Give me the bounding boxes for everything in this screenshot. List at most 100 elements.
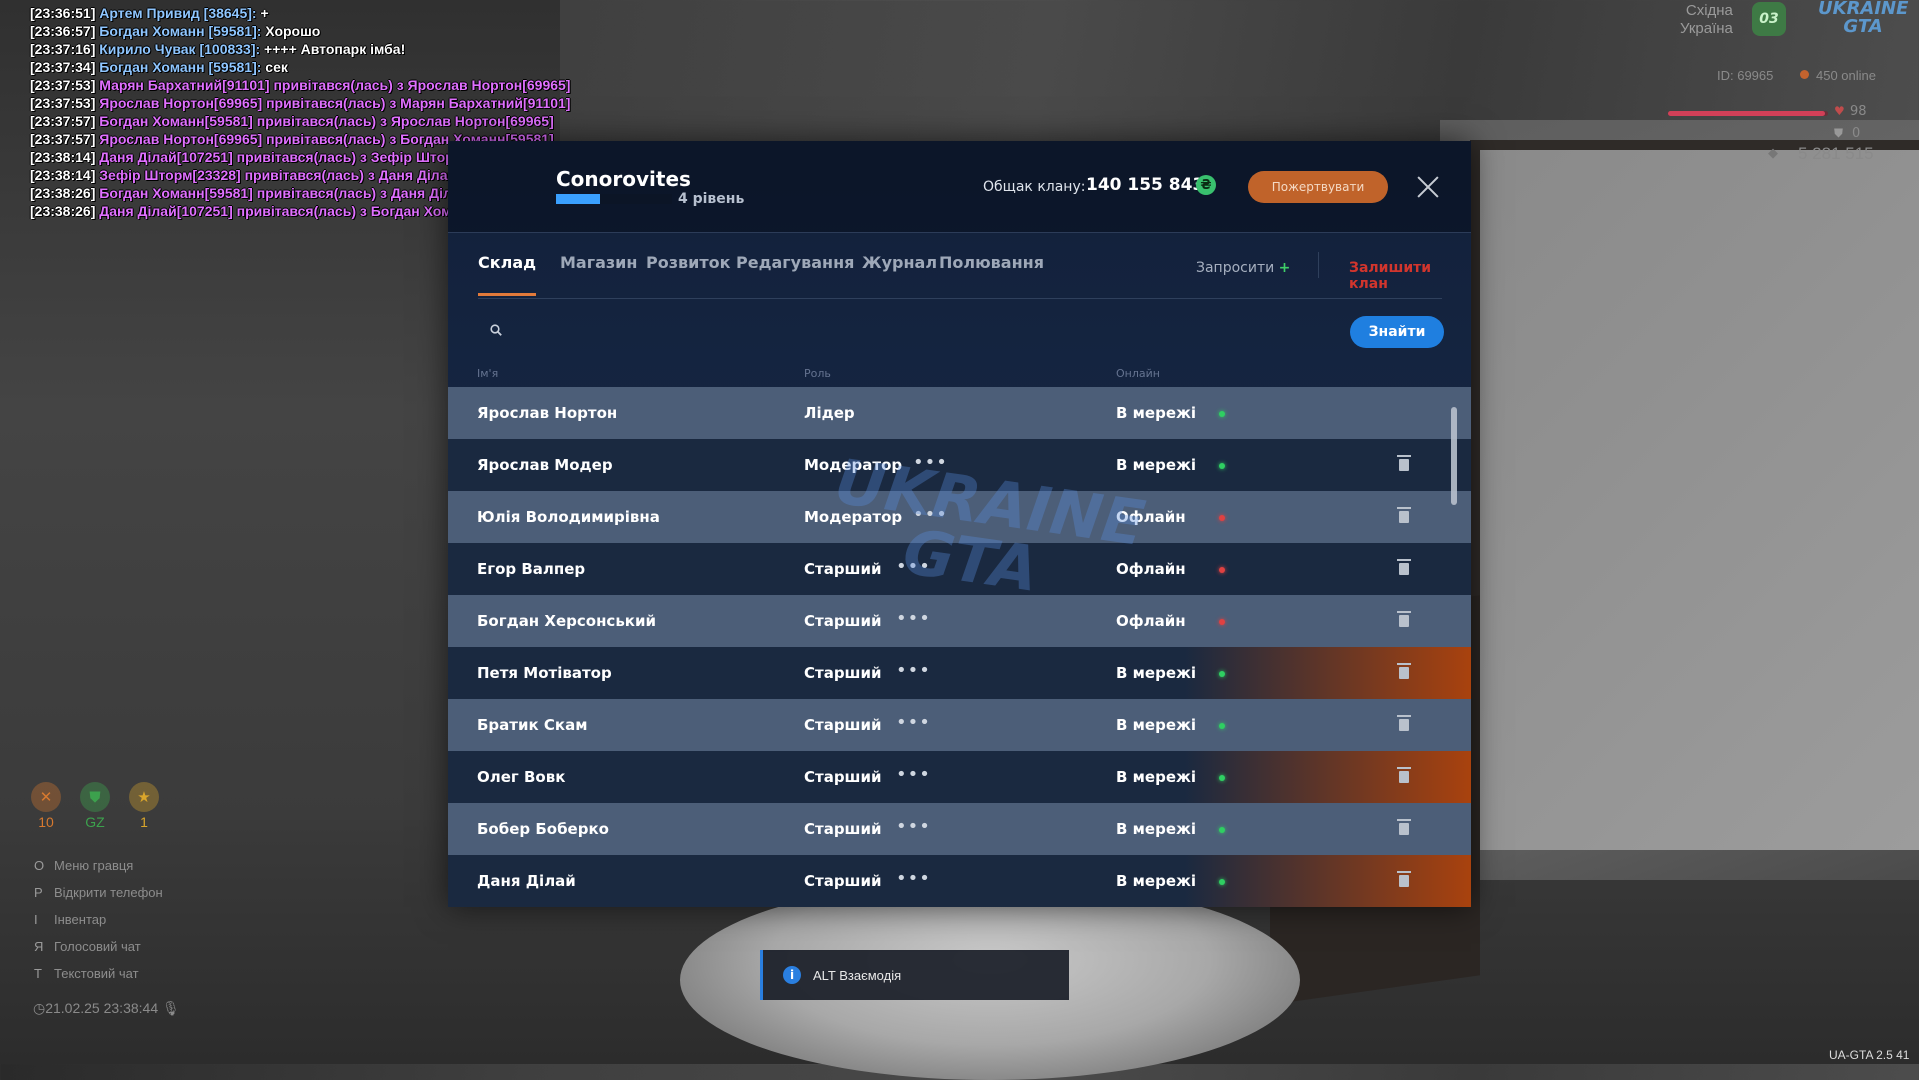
member-name: Даня Ділай	[477, 872, 576, 890]
status-dot-icon	[1219, 567, 1225, 573]
stat-gz: ⛊ GZ	[79, 782, 111, 830]
member-role: Старший	[804, 664, 882, 682]
chat-timestamp: [23:37:53]	[30, 95, 96, 111]
stat-tools-value: 10	[38, 814, 54, 830]
chat-line: [23:37:57] Богдан Хоманн[59581] привітав…	[30, 112, 570, 130]
member-status: Офлайн	[1116, 612, 1186, 630]
tab-editing[interactable]: Редагування	[736, 246, 854, 296]
role-options-icon[interactable]: •••	[896, 712, 931, 733]
member-row[interactable]: Богдан Херсонський Старший ••• Офлайн	[448, 595, 1471, 647]
member-row[interactable]: Петя Мотіватор Старший ••• В мережі	[448, 647, 1471, 699]
keybind-key: T	[34, 966, 42, 981]
role-options-icon[interactable]: •••	[896, 764, 931, 785]
member-row[interactable]: Бобер Боберко Старший ••• В мережі	[448, 803, 1471, 855]
tab-journal[interactable]: Журнал	[862, 246, 937, 296]
chat-system-message: Богдан Хоманн[59581] привітався(лась) з …	[99, 113, 554, 129]
member-row[interactable]: Ярослав Нортон Лідер В мережі	[448, 387, 1471, 439]
chat-timestamp: [23:37:34]	[30, 59, 96, 75]
trash-icon[interactable]	[1397, 767, 1411, 783]
donate-button[interactable]: Пожертвувати	[1248, 171, 1388, 203]
role-options-icon[interactable]: •••	[913, 504, 948, 525]
status-dot-icon	[1219, 723, 1225, 729]
tab-storage[interactable]: Склад	[478, 246, 537, 296]
chat-timestamp: [23:37:57]	[30, 131, 96, 147]
keybind-key: O	[34, 858, 45, 873]
stat-tools: ✕ 10	[30, 782, 62, 830]
member-role: Старший	[804, 612, 882, 630]
trash-icon[interactable]	[1397, 455, 1411, 471]
clock-icon: ◷	[33, 1000, 46, 1016]
role-options-icon[interactable]: •••	[896, 660, 931, 681]
tab-hunting[interactable]: Полювання	[939, 246, 1044, 296]
clan-panel: Conorovites 4 рівень Общак клану: 140 15…	[448, 141, 1471, 907]
status-dot-icon	[1219, 671, 1225, 677]
trash-icon[interactable]	[1397, 871, 1411, 887]
role-options-icon[interactable]: •••	[896, 608, 931, 629]
chat-system-message: Марян Бархатний[91101] привітався(лась) …	[99, 77, 571, 93]
role-options-icon[interactable]: •••	[913, 452, 948, 473]
chat-line: [23:36:57] Богдан Хоманн [59581]: Хорошо	[30, 22, 570, 40]
status-dot-icon	[1219, 411, 1225, 417]
find-button[interactable]: Знайти	[1350, 316, 1444, 348]
member-name: Богдан Херсонський	[477, 612, 657, 630]
status-dot-icon	[1219, 827, 1225, 833]
tab-shop[interactable]: Магазин	[560, 246, 637, 296]
member-role: Старший	[804, 872, 882, 890]
crossed-tools-icon: ✕	[31, 782, 61, 812]
member-list-scrollbar[interactable]	[1451, 407, 1457, 505]
trash-icon[interactable]	[1397, 507, 1411, 523]
keybind-hints: O Меню гравця P Відкрити телефон I Інвентар…	[34, 852, 163, 987]
member-row[interactable]: Даня Ділай Старший ••• В мережі	[448, 855, 1471, 907]
chat-timestamp: [23:37:57]	[30, 113, 96, 129]
clan-level: 4 рівень	[678, 191, 745, 207]
armor-value: 0	[1852, 126, 1861, 141]
column-header-role: Роль	[804, 367, 831, 380]
member-status: Офлайн	[1116, 508, 1186, 526]
member-row[interactable]: Юлія Володимирівна Модератор ••• Офлайн	[448, 491, 1471, 543]
member-row[interactable]: Егор Валпер Старший ••• Офлайн	[448, 543, 1471, 595]
member-row[interactable]: Ярослав Модер Модератор ••• В мережі	[448, 439, 1471, 491]
status-dot-icon	[1219, 879, 1225, 885]
role-options-icon[interactable]: •••	[896, 868, 931, 889]
trash-icon[interactable]	[1397, 559, 1411, 575]
member-name: Олег Вовк	[477, 768, 566, 786]
keybind-phone: P Відкрити телефон	[34, 879, 163, 906]
chat-timestamp: [23:38:14]	[30, 167, 96, 183]
trash-icon[interactable]	[1397, 715, 1411, 731]
tab-development[interactable]: Розвиток	[646, 246, 730, 296]
member-row[interactable]: Братик Скам Старший ••• В мережі	[448, 699, 1471, 751]
clan-tabs: Склад Магазин Розвиток Редагування Журна…	[478, 246, 1442, 299]
member-row[interactable]: Олег Вовк Старший ••• В мережі	[448, 751, 1471, 803]
star-icon: ★	[129, 782, 159, 812]
member-search-input[interactable]	[518, 317, 1122, 347]
chat-message: ++++ Автопарк імба!	[260, 41, 406, 57]
player-id: ID: 69965	[1717, 68, 1774, 83]
trash-icon[interactable]	[1397, 663, 1411, 679]
clan-bank-value: 140 155 843	[1086, 175, 1205, 195]
money-value: 5 281 515	[1798, 144, 1874, 163]
keybind-key: Я	[34, 939, 44, 954]
leave-clan-button[interactable]: Залишити клан	[1349, 260, 1442, 292]
chat-message: Хорошо	[261, 23, 321, 39]
role-options-icon[interactable]: •••	[896, 816, 931, 837]
keybind-label: Інвентар	[54, 912, 107, 927]
trash-icon[interactable]	[1397, 611, 1411, 627]
health-bar-fill	[1668, 111, 1825, 116]
chat-message: сек	[261, 59, 288, 75]
health-value: 98	[1850, 104, 1867, 119]
chat-timestamp: [23:36:57]	[30, 23, 96, 39]
chat-timestamp: [23:37:16]	[30, 41, 96, 57]
role-options-icon[interactable]: •••	[896, 556, 931, 577]
keybind-key: P	[34, 885, 43, 900]
member-name: Юлія Володимирівна	[477, 508, 660, 526]
close-icon[interactable]	[1412, 171, 1444, 203]
invite-button[interactable]: Запросити +	[1196, 260, 1290, 276]
hryvnia-icon: ₴	[1196, 175, 1216, 195]
money-icon: ◆	[1768, 146, 1778, 161]
member-role: Старший	[804, 716, 882, 734]
keybind-player-menu: O Меню гравця	[34, 852, 163, 879]
member-name: Братик Скам	[477, 716, 588, 734]
chat-timestamp: [23:38:26]	[30, 185, 96, 201]
trash-icon[interactable]	[1397, 819, 1411, 835]
keybind-label: Голосовий чат	[54, 939, 141, 954]
